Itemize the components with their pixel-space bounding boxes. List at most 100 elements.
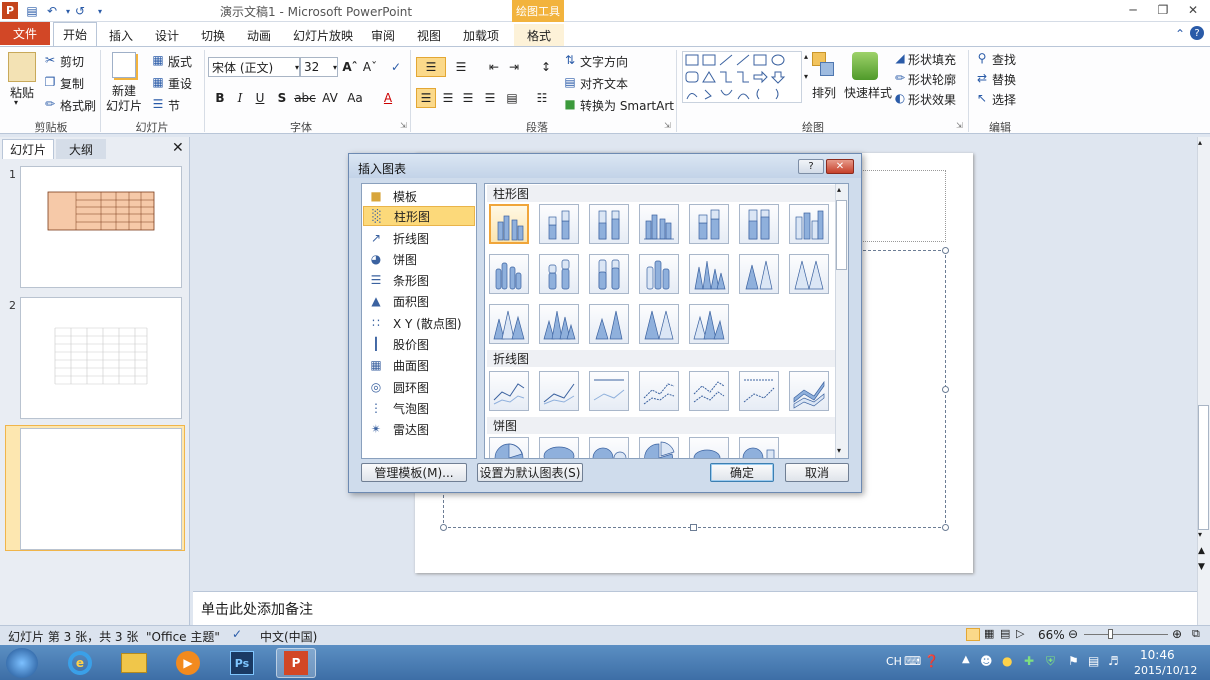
manage-templates-button[interactable]: 管理模板(M)...	[361, 463, 467, 482]
slide-thumbnail-2[interactable]	[20, 297, 182, 419]
bold-icon[interactable]: B	[210, 88, 230, 108]
arrange-button[interactable]: 排列	[812, 84, 836, 101]
text-direction-button[interactable]: 文字方向	[580, 53, 628, 70]
powerpoint-logo-icon[interactable]: P	[2, 2, 18, 19]
customize-toolbar-icon[interactable]: ▾	[92, 3, 108, 19]
italic-icon[interactable]: I	[230, 88, 250, 108]
quick-styles-button[interactable]: 快速样式	[844, 84, 892, 101]
new-slide-icon[interactable]	[112, 52, 136, 78]
shapes-gallery[interactable]	[682, 51, 802, 103]
photoshop-icon[interactable]: Ps	[222, 648, 262, 678]
chart-3d-cone[interactable]	[489, 304, 529, 344]
restore-icon[interactable]: ❐	[1152, 2, 1174, 18]
distribute-icon[interactable]: ▤	[502, 88, 522, 108]
category-radar[interactable]: ✴ 雷达图	[363, 419, 475, 439]
zoom-out-icon[interactable]: ⊖	[1068, 627, 1078, 641]
powerpoint-taskbar-icon[interactable]: P	[276, 648, 316, 678]
dialog-close-icon[interactable]: ✕	[826, 159, 854, 174]
close-icon[interactable]: ✕	[1182, 2, 1204, 18]
font-color-icon[interactable]: A	[378, 88, 398, 108]
tab-addins[interactable]: 加载项	[456, 24, 506, 46]
chart-3d-exploded-pie[interactable]	[689, 437, 729, 458]
layout-button[interactable]: 版式	[168, 53, 192, 70]
chart-stacked-line[interactable]	[539, 371, 579, 411]
shadow-text-icon[interactable]: S	[272, 88, 292, 108]
tab-home[interactable]: 开始	[53, 22, 97, 46]
normal-view-icon[interactable]	[966, 628, 980, 641]
category-bar[interactable]: ☰ 条形图	[363, 270, 475, 290]
paste-icon[interactable]	[8, 52, 36, 82]
ok-button[interactable]: 确定	[710, 463, 774, 482]
notes-pane[interactable]: 单击此处添加备注	[193, 591, 1197, 625]
select-button[interactable]: 选择	[992, 91, 1016, 108]
resize-handle[interactable]	[942, 386, 949, 393]
chart-3d-column[interactable]	[789, 204, 829, 244]
slideshow-view-icon[interactable]: ▷	[1016, 627, 1024, 640]
chevron-down-icon[interactable]: ▾	[804, 72, 808, 81]
category-doughnut[interactable]: ◎ 圆环图	[363, 377, 475, 397]
chart-line-markers[interactable]	[639, 371, 679, 411]
app-tray-icon[interactable]: ●	[1002, 654, 1012, 668]
help-icon[interactable]: ?	[1190, 26, 1204, 40]
close-panel-icon[interactable]: ✕	[172, 140, 184, 156]
reset-button[interactable]: 重设	[168, 75, 192, 92]
gallery-scroll-down-icon[interactable]: ▾	[837, 446, 841, 455]
clear-formatting-icon[interactable]: ✓	[386, 57, 406, 77]
save-icon[interactable]: ▤	[24, 3, 40, 19]
quick-styles-icon[interactable]	[852, 52, 878, 80]
chart-clustered-cone[interactable]	[689, 254, 729, 294]
category-surface[interactable]: ▦ 曲面图	[363, 355, 475, 375]
resize-handle[interactable]	[942, 247, 949, 254]
chart-3d-100-stacked-column[interactable]	[739, 204, 779, 244]
shape-outline-button[interactable]: 形状轮廓	[908, 71, 956, 88]
tab-slideshow[interactable]: 幻灯片放映	[288, 24, 358, 46]
tab-insert[interactable]: 插入	[100, 24, 142, 46]
category-area[interactable]: ▲ 面积图	[363, 291, 475, 311]
category-scatter[interactable]: ∷ X Y (散点图)	[363, 313, 475, 333]
font-dialog-launcher-icon[interactable]: ⇲	[400, 121, 407, 130]
dialog-help-icon[interactable]: ?	[798, 159, 824, 174]
set-default-chart-button[interactable]: 设置为默认图表(S)	[477, 463, 583, 482]
chart-stacked-line-markers[interactable]	[689, 371, 729, 411]
chart-pie-of-pie[interactable]	[589, 437, 629, 458]
grow-font-icon[interactable]: Aˆ	[340, 57, 360, 77]
category-templates[interactable]: ■ 模板	[363, 186, 475, 206]
slide-sorter-icon[interactable]: ▦	[984, 627, 994, 640]
shape-fill-button[interactable]: 形状填充	[908, 51, 956, 68]
arrange-icon[interactable]	[812, 52, 836, 78]
cut-button[interactable]: 剪切	[60, 53, 84, 70]
font-size-combo[interactable]: 32 ▾	[300, 57, 338, 77]
tab-outline-panel[interactable]: 大纲	[56, 139, 106, 159]
shrink-font-icon[interactable]: Aˇ	[360, 57, 380, 77]
qq-tray-icon[interactable]: ☻	[980, 654, 993, 668]
category-column[interactable]: ░ 柱形图	[363, 206, 475, 226]
tab-review[interactable]: 审阅	[362, 24, 404, 46]
increase-indent-icon[interactable]: ⇥	[504, 57, 524, 77]
copy-button[interactable]: 复制	[60, 75, 84, 92]
language-status[interactable]: 中文(中国)	[260, 628, 317, 645]
help-tray-icon[interactable]: ❓	[924, 654, 939, 668]
chart-stacked-cone[interactable]	[739, 254, 779, 294]
format-painter-button[interactable]: 格式刷	[60, 97, 96, 114]
numbering-icon[interactable]: ☰	[448, 57, 474, 77]
justify-icon[interactable]: ☰	[480, 88, 500, 108]
align-left-icon[interactable]: ☰	[416, 88, 436, 108]
tab-transitions[interactable]: 切换	[192, 24, 234, 46]
convert-smartart-button[interactable]: 转换为 SmartArt	[580, 97, 674, 114]
category-line[interactable]: ↗ 折线图	[363, 228, 475, 248]
chart-3d-stacked-column[interactable]	[689, 204, 729, 244]
underline-icon[interactable]: U	[250, 88, 270, 108]
align-center-icon[interactable]: ☰	[438, 88, 458, 108]
chart-clustered-cylinder[interactable]	[489, 254, 529, 294]
file-explorer-icon[interactable]	[114, 648, 154, 678]
zoom-level[interactable]: 66%	[1038, 628, 1065, 642]
tab-file[interactable]: 文件	[0, 22, 50, 45]
zoom-slider-thumb[interactable]	[1108, 629, 1113, 639]
theme-status[interactable]: "Office 主题"	[146, 628, 220, 645]
chart-3d-pie[interactable]	[539, 437, 579, 458]
clock-time[interactable]: 10:46	[1140, 648, 1175, 662]
chart-pie[interactable]	[489, 437, 529, 458]
tab-design[interactable]: 设计	[146, 24, 188, 46]
scrollbar-thumb[interactable]	[1198, 405, 1209, 530]
chart-3d-cylinder[interactable]	[639, 254, 679, 294]
